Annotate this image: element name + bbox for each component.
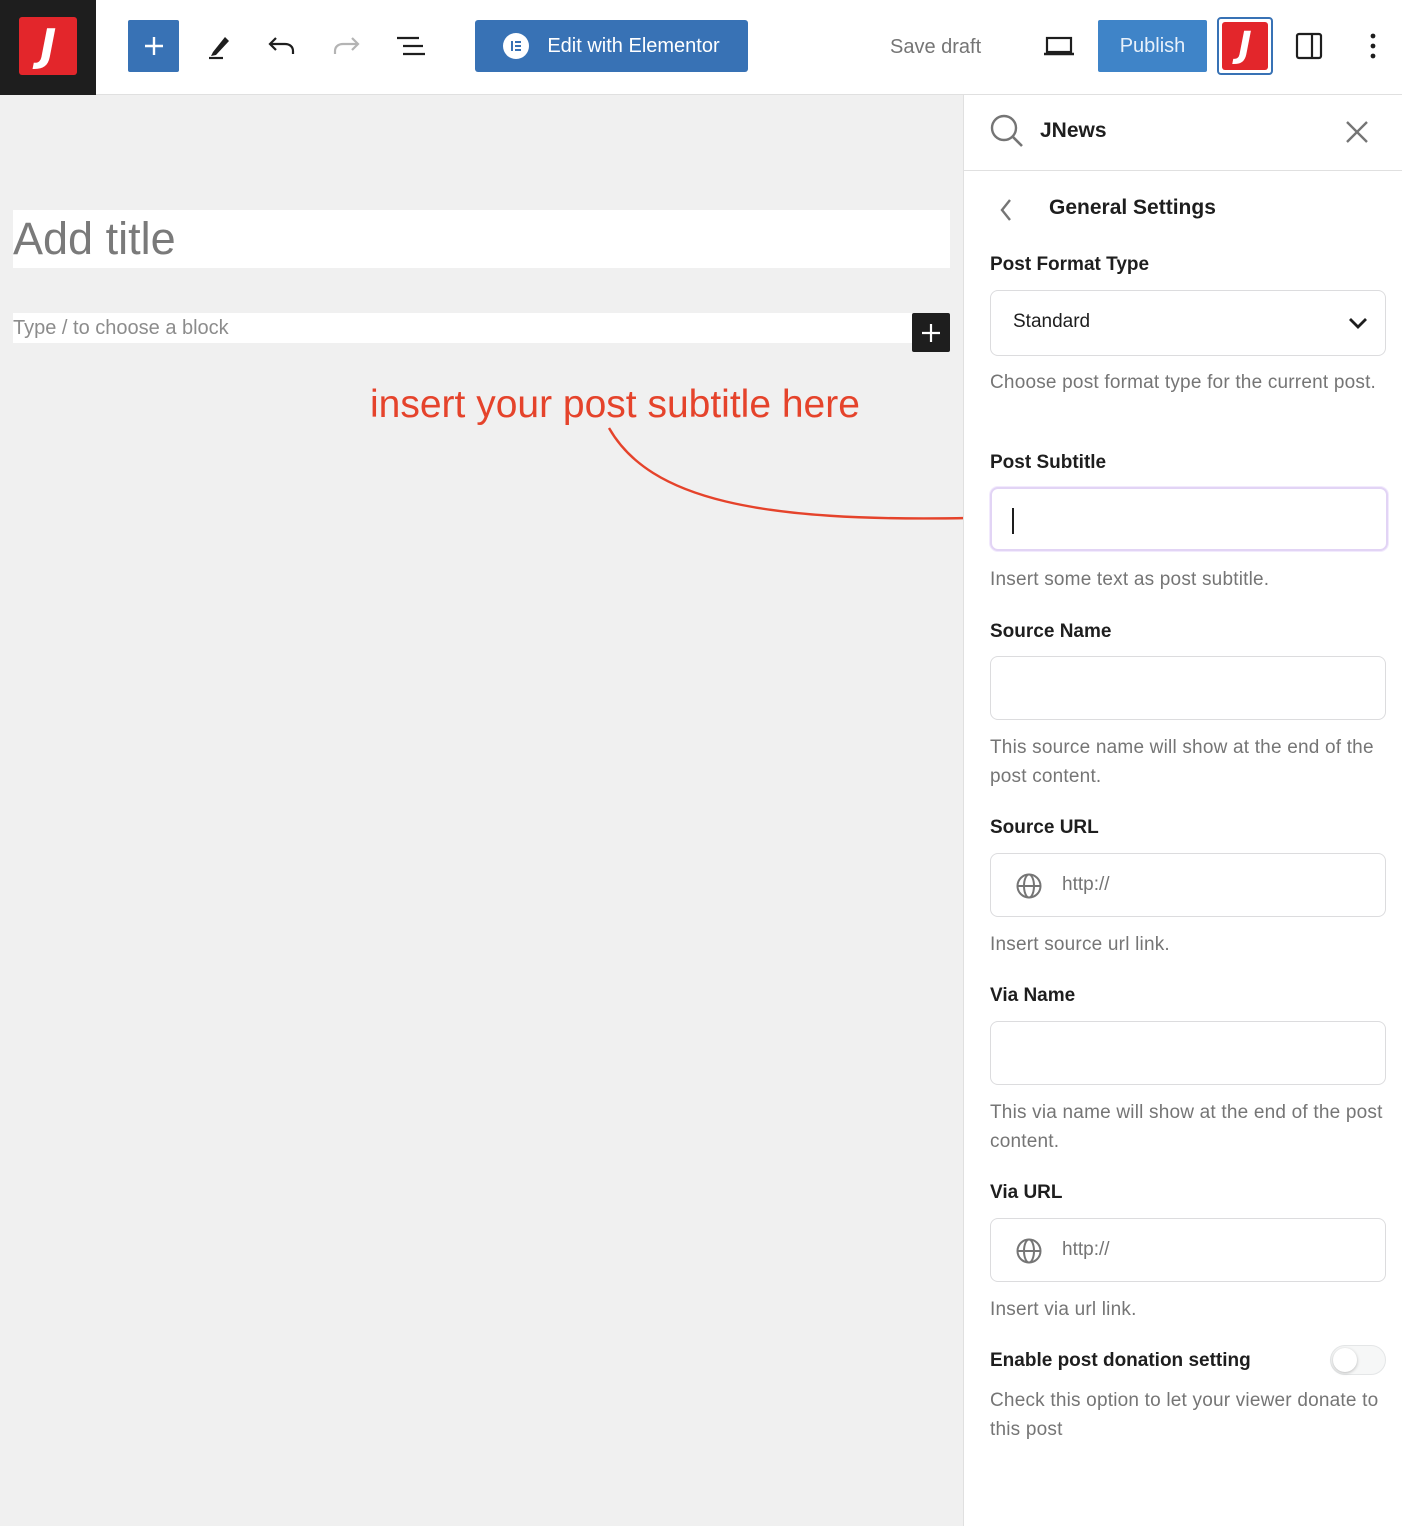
via-url-input[interactable]: http://	[990, 1218, 1386, 1282]
post-subtitle-help: Insert some text as post subtitle.	[990, 569, 1270, 590]
sidebar-toggle-icon	[1295, 32, 1323, 60]
block-placeholder[interactable]: Type / to choose a block	[13, 313, 923, 343]
jnews-sidebar: JNews General Settings Post Format Type …	[963, 95, 1402, 1526]
source-url-help: Insert source url link.	[990, 934, 1170, 955]
via-name-input[interactable]	[990, 1021, 1386, 1085]
site-logo-button[interactable]: J	[0, 0, 96, 96]
undo-icon	[268, 37, 295, 54]
publish-button[interactable]: Publish	[1098, 20, 1207, 72]
via-name-label: Via Name	[990, 985, 1076, 1006]
more-options-icon	[1370, 33, 1376, 59]
post-subtitle-input[interactable]	[990, 487, 1388, 551]
post-format-help: Choose post format type for the current …	[990, 372, 1377, 393]
redo-icon	[333, 37, 360, 54]
desktop-preview-icon	[1044, 36, 1074, 56]
toggle-knob	[1333, 1348, 1357, 1372]
via-url-placeholder: http://	[1062, 1239, 1110, 1260]
jnews-sidebar-button[interactable]: J	[1217, 17, 1273, 75]
elementor-icon	[503, 33, 530, 59]
edit-with-elementor-label: Edit with Elementor	[547, 34, 720, 57]
chevron-left-icon[interactable]	[998, 197, 1014, 223]
search-icon[interactable]	[989, 113, 1025, 149]
donation-toggle[interactable]	[1330, 1345, 1386, 1375]
sidebar-title: JNews	[1040, 119, 1107, 142]
post-subtitle-label: Post Subtitle	[990, 452, 1107, 473]
preview-button[interactable]	[1038, 26, 1080, 66]
donation-label: Enable post donation setting	[990, 1350, 1251, 1371]
text-caret	[1012, 508, 1014, 534]
plus-icon	[144, 37, 163, 55]
source-name-input[interactable]	[990, 656, 1386, 720]
add-block-button[interactable]	[128, 20, 179, 72]
sidebar-header: JNews	[964, 95, 1402, 171]
post-format-value: Standard	[1013, 311, 1091, 332]
editor-canvas: Add title Type / to choose a block inser…	[0, 95, 963, 1526]
annotation-label: insert your post subtitle here	[370, 383, 860, 426]
jnews-logo: J	[19, 17, 77, 75]
globe-icon	[1016, 1238, 1042, 1264]
tools-button[interactable]	[200, 26, 236, 66]
editor-toolbar: J Edit with Elementor Save draft Publish…	[0, 0, 1402, 96]
pencil-icon	[209, 37, 229, 60]
save-draft-button[interactable]: Save draft	[890, 28, 981, 66]
inline-add-block-button[interactable]	[912, 313, 950, 352]
close-icon[interactable]	[1344, 119, 1370, 145]
jnews-logo: J	[1222, 22, 1268, 70]
list-view-icon	[397, 36, 425, 56]
via-url-label: Via URL	[990, 1182, 1063, 1203]
via-url-help: Insert via url link.	[990, 1299, 1137, 1320]
source-name-label: Source Name	[990, 621, 1112, 642]
post-format-select[interactable]: Standard	[990, 290, 1386, 356]
source-url-placeholder: http://	[1062, 874, 1110, 895]
source-url-input[interactable]: http://	[990, 853, 1386, 917]
globe-icon	[1016, 873, 1042, 899]
post-format-label: Post Format Type	[990, 254, 1150, 275]
list-view-button[interactable]	[390, 26, 430, 66]
donation-help: Check this option to let your viewer don…	[990, 1390, 1379, 1440]
options-menu-button[interactable]	[1356, 26, 1390, 66]
redo-button[interactable]	[328, 26, 364, 66]
edit-with-elementor-button[interactable]: Edit with Elementor	[475, 20, 748, 72]
settings-sidebar-button[interactable]	[1290, 26, 1328, 66]
plus-icon	[922, 323, 940, 342]
section-title: General Settings	[1049, 196, 1216, 219]
source-name-help: This source name will show at the end of…	[990, 737, 1374, 787]
chevron-down-icon	[1349, 318, 1367, 329]
undo-button[interactable]	[264, 26, 300, 66]
post-title-input[interactable]: Add title	[13, 210, 950, 268]
via-name-help: This via name will show at the end of th…	[990, 1102, 1383, 1152]
source-url-label: Source URL	[990, 817, 1099, 838]
